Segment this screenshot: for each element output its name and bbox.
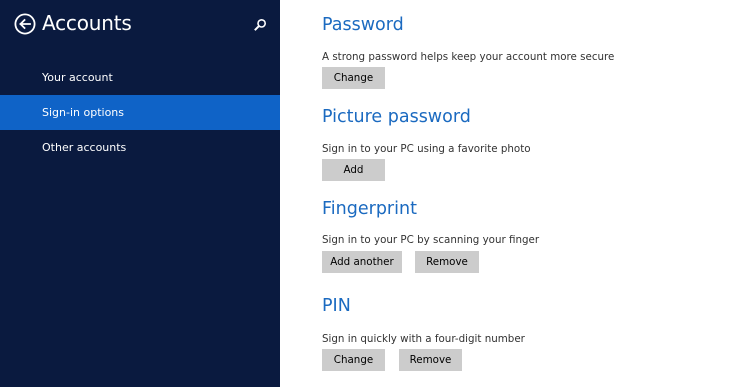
back-button[interactable] — [14, 13, 36, 35]
sidebar-item-label: Your account — [42, 71, 113, 84]
sidebar-item-sign-in-options[interactable]: Sign-in options — [0, 95, 280, 130]
fingerprint-description: Sign in to your PC by scanning your fing… — [322, 234, 540, 246]
search-icon — [254, 19, 267, 31]
fingerprint-remove-button[interactable]: Remove — [415, 251, 479, 273]
search-button[interactable] — [253, 17, 267, 31]
picture-password-description: Sign in to your PC using a favorite phot… — [322, 143, 531, 155]
picture-password-heading: Picture password — [322, 107, 471, 127]
sidebar: Accounts Your account Sign-in options Ot… — [0, 0, 280, 387]
picture-password-add-button[interactable]: Add — [322, 159, 385, 181]
fingerprint-heading: Fingerprint — [322, 199, 417, 219]
password-heading: Password — [322, 15, 404, 35]
pin-remove-button[interactable]: Remove — [399, 349, 462, 371]
main-content: Password A strong password helps keep yo… — [280, 0, 749, 387]
sidebar-item-your-account[interactable]: Your account — [0, 60, 280, 95]
fingerprint-add-another-button[interactable]: Add another — [322, 251, 402, 273]
back-arrow-icon — [14, 13, 36, 35]
password-description: A strong password helps keep your accoun… — [322, 51, 615, 63]
sidebar-item-other-accounts[interactable]: Other accounts — [0, 130, 280, 165]
pin-change-button[interactable]: Change — [322, 349, 385, 371]
pin-description: Sign in quickly with a four-digit number — [322, 333, 525, 345]
sidebar-item-label: Sign-in options — [42, 106, 125, 119]
sidebar-item-label: Other accounts — [42, 141, 127, 154]
password-change-button[interactable]: Change — [322, 67, 385, 89]
pin-heading: PIN — [322, 296, 351, 316]
page-title: Accounts — [42, 11, 132, 35]
